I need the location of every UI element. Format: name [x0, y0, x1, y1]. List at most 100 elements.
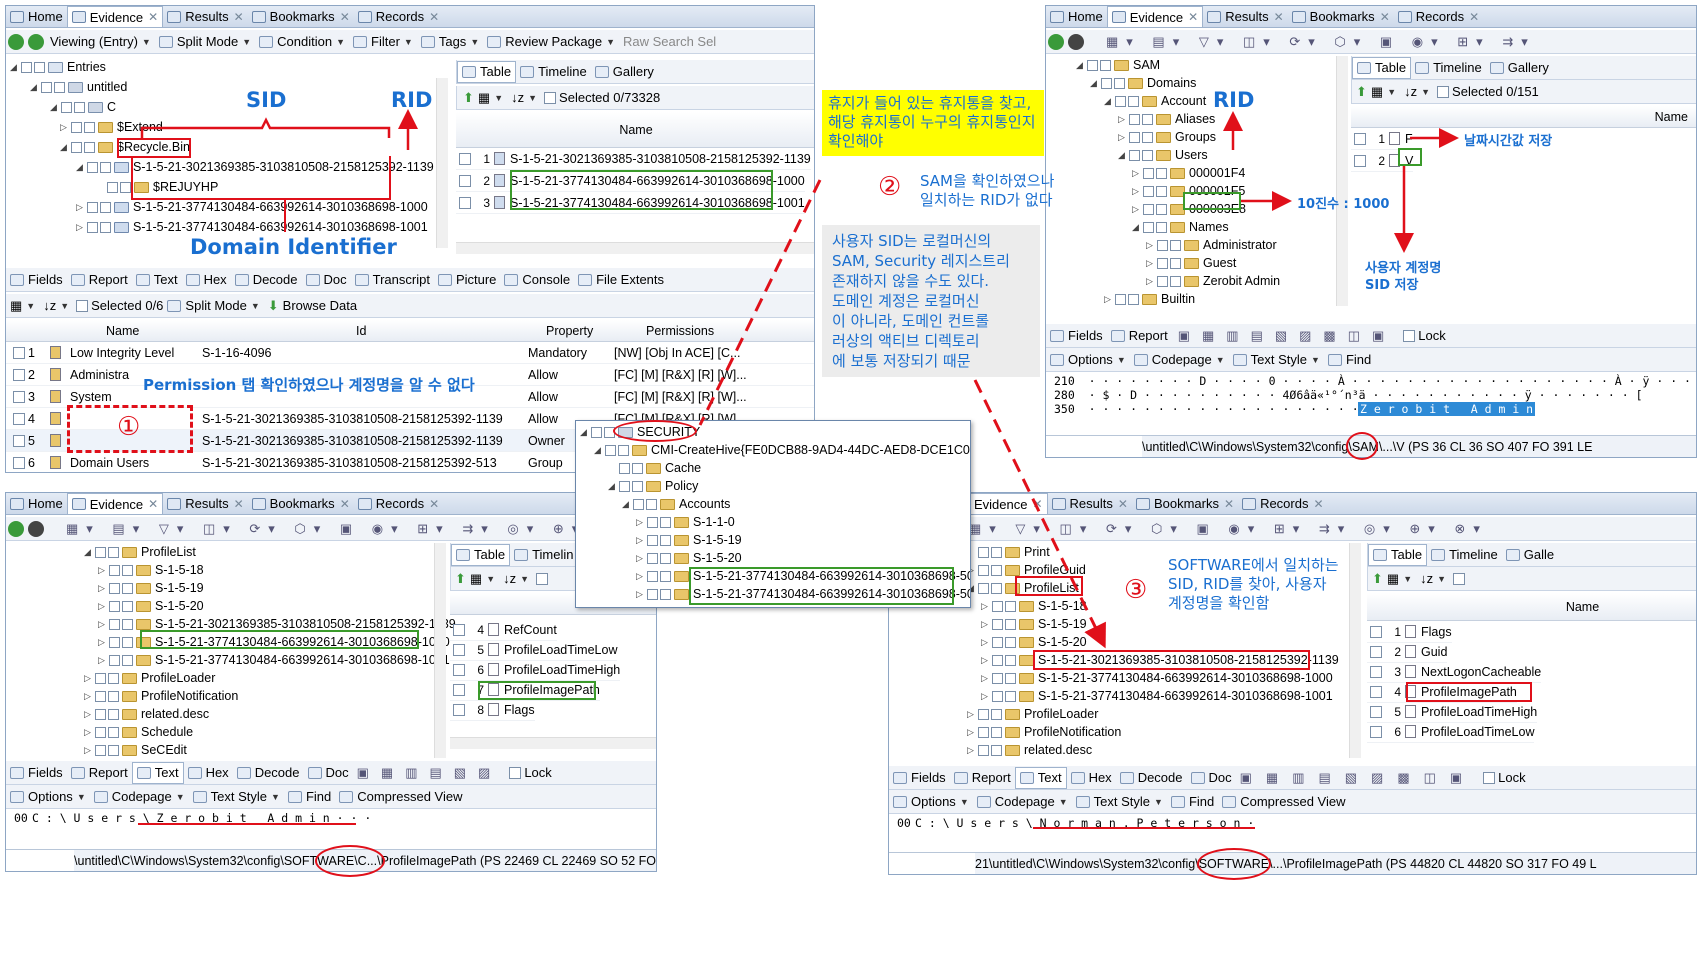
view-icons[interactable]: ▣▦▥▤▧▨▩◫▣: [1178, 328, 1397, 344]
select-all-checkbox[interactable]: [76, 299, 89, 312]
codepage-dropdown[interactable]: Codepage ▼: [1130, 349, 1229, 371]
lock-checkbox[interactable]: Lock: [502, 762, 555, 784]
view-icons[interactable]: ▣▦▥▤▧▨▩◫▣: [1240, 770, 1477, 786]
view-icons[interactable]: ▣▦▥▤▧▨: [357, 765, 503, 781]
tab-results[interactable]: Results ✕: [163, 6, 247, 27]
raw-search-button[interactable]: Raw Search Sel: [619, 31, 720, 53]
row-checkbox[interactable]: [13, 390, 25, 403]
up-icon[interactable]: ⬆: [463, 90, 474, 106]
table-hscrollbar[interactable]: [456, 242, 814, 254]
split-mode-dropdown[interactable]: Split Mode ▼: [155, 31, 255, 53]
close-icon[interactable]: ✕: [429, 497, 439, 511]
tree-node[interactable]: ▷ Zerobit Admin: [1146, 272, 1280, 290]
find-button[interactable]: Find: [1324, 349, 1375, 371]
tab-text[interactable]: Text: [1014, 766, 1067, 789]
table-header[interactable]: Name: [1351, 106, 1696, 128]
select-all-checkbox[interactable]: [544, 91, 557, 104]
tab-results[interactable]: Results ✕: [1048, 493, 1132, 514]
tree-node[interactable]: ▷ S-1-5-20: [636, 549, 742, 567]
close-icon[interactable]: ✕: [148, 497, 158, 511]
sort-icon[interactable]: ↓z ▼: [39, 295, 73, 317]
table-row[interactable]: 8 Flags: [450, 699, 535, 721]
row-checkbox[interactable]: [13, 346, 25, 359]
table-row[interactable]: 6 ProfileLoadTimeHigh: [450, 659, 621, 681]
sort-icon[interactable]: ↓z ▼: [499, 568, 533, 590]
tree-node[interactable]: ◢ Account: [1104, 92, 1206, 110]
lock-checkbox[interactable]: Lock: [1396, 325, 1449, 347]
tree-scrollbar[interactable]: [436, 78, 448, 248]
compressed-view-button[interactable]: Compressed View: [1218, 791, 1349, 813]
tree-node[interactable]: ▷ S-1-5-18: [98, 561, 204, 579]
forward-icon[interactable]: [28, 33, 44, 50]
tree-node[interactable]: ▷ $Extend: [60, 118, 163, 136]
tree-node[interactable]: ▷ S-1-5-21-3774130484-663992614-301036869…: [981, 687, 1333, 705]
tab-home[interactable]: Home: [1046, 6, 1107, 27]
find-button[interactable]: Find: [284, 786, 335, 808]
close-icon[interactable]: ✕: [1313, 497, 1323, 511]
tree-node[interactable]: ◢ C: [50, 98, 116, 116]
tree-node[interactable]: ▷ ProfileLoader: [84, 669, 215, 687]
table-row[interactable]: 4 RefCount: [450, 619, 557, 641]
tab-table[interactable]: Table: [451, 543, 511, 566]
condition-dropdown[interactable]: Condition ▼: [255, 31, 349, 53]
table-row[interactable]: 1 S-1-5-21-3021369385-3103810508-21581253…: [456, 148, 811, 170]
tags-dropdown[interactable]: Tags ▼: [417, 31, 483, 53]
toolbar-icons[interactable]: ▦▾ ▤▾ ▽▾ ◫▾ ⟳▾ ⬡▾ ▣ ◉▾ ⊞▾ ⇉▾: [1106, 34, 1536, 50]
tree-scrollbar[interactable]: [1336, 56, 1348, 306]
tree-node[interactable]: ▷ S-1-1-0: [636, 513, 735, 531]
close-icon[interactable]: ✕: [1224, 497, 1234, 511]
select-all-checkbox[interactable]: [1453, 572, 1466, 585]
tree-node[interactable]: ▷ S-1-5-19: [981, 615, 1087, 633]
compressed-view-button[interactable]: Compressed View: [335, 786, 466, 808]
up-icon[interactable]: ⬆: [455, 571, 466, 587]
tab-doc[interactable]: Doc: [1187, 767, 1236, 789]
table-row[interactable]: 6 ProfileLoadTimeLow: [1367, 721, 1535, 743]
tab-doc[interactable]: Doc: [304, 762, 353, 784]
tab-timeline[interactable]: Timelin: [510, 544, 577, 566]
tab-bookmarks[interactable]: Bookmarks ✕: [1288, 6, 1394, 27]
tree-node[interactable]: ▷ S-1-5-20: [981, 633, 1087, 651]
tab-home[interactable]: Home: [6, 493, 67, 514]
tab-fields[interactable]: Fields: [6, 269, 67, 291]
tree-node[interactable]: ▷ SeCEdit: [84, 741, 187, 759]
forward-icon[interactable]: [28, 520, 44, 537]
table-row[interactable]: 2 Guid: [1367, 641, 1448, 663]
sort-icon[interactable]: ↓z ▼: [1400, 81, 1434, 103]
close-icon[interactable]: ✕: [1032, 497, 1042, 511]
tab-fields[interactable]: Fields: [1046, 325, 1107, 347]
close-icon[interactable]: ✕: [148, 10, 158, 24]
back-icon[interactable]: [8, 520, 24, 537]
tab-results[interactable]: Results ✕: [163, 493, 247, 514]
tab-text[interactable]: Text: [132, 269, 182, 291]
tab-timeline[interactable]: Timeline: [1411, 57, 1486, 79]
filter-dropdown[interactable]: Filter ▼: [349, 31, 417, 53]
tree-node[interactable]: ◢ Users: [1118, 146, 1208, 164]
tab-fields[interactable]: Fields: [6, 762, 67, 784]
tree-node[interactable]: ◢ Accounts: [622, 495, 730, 513]
tab-picture[interactable]: Picture: [434, 269, 500, 291]
tree-node[interactable]: Cache: [608, 459, 701, 477]
tab-decode[interactable]: Decode: [233, 762, 304, 784]
tab-file-extents[interactable]: File Extents: [574, 269, 668, 291]
tab-report[interactable]: Report: [67, 762, 132, 784]
tab-report[interactable]: Report: [67, 269, 132, 291]
tab-decode[interactable]: Decode: [231, 269, 302, 291]
columns-icon[interactable]: ▦ ▼: [466, 568, 499, 590]
table-row[interactable]: 3 NextLogonCacheable: [1367, 661, 1542, 683]
close-icon[interactable]: ✕: [1118, 497, 1128, 511]
lock-checkbox[interactable]: Lock: [1476, 767, 1529, 789]
tab-evidence[interactable]: Evidence ✕: [66, 493, 164, 514]
columns-icon[interactable]: ▦ ▼: [6, 295, 39, 317]
tab-hex[interactable]: Hex: [182, 269, 231, 291]
select-all-checkbox[interactable]: [1437, 85, 1450, 98]
tab-timeline[interactable]: Timeline: [516, 61, 591, 83]
tab-hex[interactable]: Hex: [184, 762, 233, 784]
tab-records[interactable]: Records ✕: [1394, 6, 1483, 27]
sort-icon[interactable]: ↓z ▼: [507, 87, 541, 109]
tree-node[interactable]: ▷ Schedule: [84, 723, 193, 741]
tab-evidence[interactable]: Evidence ✕: [66, 6, 164, 27]
up-icon[interactable]: ⬆: [1356, 84, 1367, 100]
options-dropdown[interactable]: Options ▼: [1046, 349, 1130, 371]
tree-node[interactable]: ▷ Groups: [1118, 128, 1216, 146]
row-checkbox[interactable]: [13, 412, 25, 425]
